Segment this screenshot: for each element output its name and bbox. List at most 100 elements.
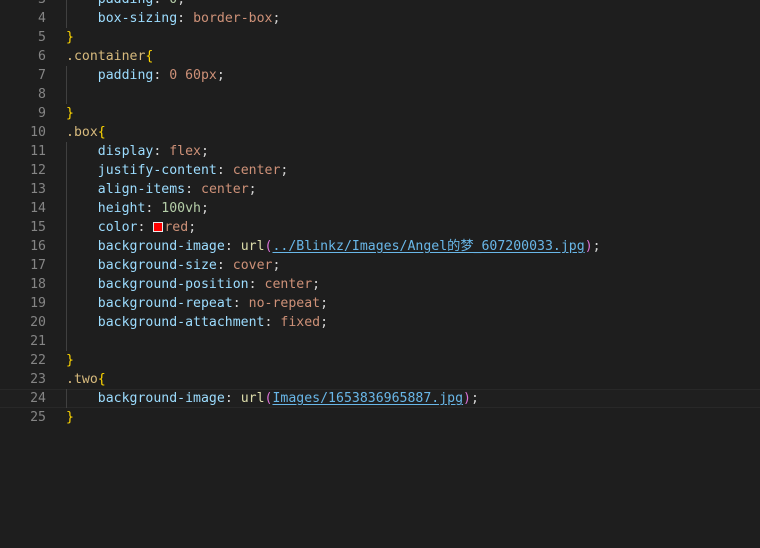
closing-brace: } (66, 353, 74, 368)
semicolon: ; (217, 68, 225, 83)
code-line[interactable]: 9 } (0, 104, 760, 123)
css-selector: .container (66, 49, 145, 64)
line-content: height: 100vh; (66, 199, 209, 218)
semicolon: ; (280, 163, 288, 178)
colon: : (153, 0, 169, 7)
code-line[interactable]: 15 color: red; (0, 218, 760, 237)
code-line[interactable]: 17 background-size: cover; (0, 256, 760, 275)
css-property: padding (98, 0, 154, 7)
colon: : (185, 182, 201, 197)
line-content: background-image: url(Images/16538369658… (66, 389, 479, 408)
semicolon: ; (272, 258, 280, 273)
semicolon: ; (320, 296, 328, 311)
code-line[interactable]: 3 padding: 0; (0, 0, 760, 9)
semicolon: ; (471, 391, 479, 406)
line-content: .two{ (66, 370, 106, 389)
image-path-link[interactable]: ../Blinkz/Images/Angel的梦_607200033.jpg (272, 239, 584, 254)
code-line[interactable]: 25 } (0, 408, 760, 427)
line-number: 19 (0, 294, 46, 313)
css-property: background-attachment (98, 315, 265, 330)
colon: : (225, 391, 241, 406)
close-paren: ) (585, 239, 593, 254)
colon: : (137, 220, 153, 235)
line-content: box-sizing: border-box; (66, 9, 280, 28)
css-property: background-size (98, 258, 217, 273)
image-path-link[interactable]: Images/1653836965887.jpg (272, 391, 463, 406)
code-line[interactable]: 6 .container{ (0, 47, 760, 66)
colon: : (265, 315, 281, 330)
semicolon: ; (188, 220, 196, 235)
code-line[interactable]: 10 .box{ (0, 123, 760, 142)
code-line[interactable]: 23 .two{ (0, 370, 760, 389)
semicolon: ; (249, 182, 257, 197)
line-content: color: red; (66, 218, 196, 237)
code-line[interactable]: 16 background-image: url(../Blinkz/Image… (0, 237, 760, 256)
css-selector: .box (66, 125, 98, 140)
css-property: box-sizing (98, 11, 177, 26)
line-content: padding: 0 60px; (66, 66, 225, 85)
line-number: 24 (0, 389, 46, 408)
code-line[interactable]: 20 background-attachment: fixed; (0, 313, 760, 332)
code-line[interactable]: 5 } (0, 28, 760, 47)
code-line[interactable]: 14 height: 100vh; (0, 199, 760, 218)
colon: : (153, 144, 169, 159)
closing-brace: } (66, 106, 74, 121)
line-number: 25 (0, 408, 46, 427)
line-number: 8 (0, 85, 46, 104)
line-number: 17 (0, 256, 46, 275)
line-number: 7 (0, 66, 46, 85)
code-line[interactable]: 22 } (0, 351, 760, 370)
semicolon: ; (201, 201, 209, 216)
line-content: background-position: center; (66, 275, 320, 294)
code-line[interactable]: 7 padding: 0 60px; (0, 66, 760, 85)
line-number: 5 (0, 28, 46, 47)
line-number: 3 (0, 0, 46, 9)
semicolon: ; (593, 239, 601, 254)
line-number: 18 (0, 275, 46, 294)
css-value: 0 60px (169, 68, 217, 83)
code-line[interactable]: 11 display: flex; (0, 142, 760, 161)
line-number: 22 (0, 351, 46, 370)
code-line[interactable]: 19 background-repeat: no-repeat; (0, 294, 760, 313)
css-property: color (98, 220, 138, 235)
css-property: background-image (98, 239, 225, 254)
line-number: 9 (0, 104, 46, 123)
css-property: align-items (98, 182, 185, 197)
code-line[interactable]: 18 background-position: center; (0, 275, 760, 294)
semicolon: ; (201, 144, 209, 159)
line-number: 11 (0, 142, 46, 161)
colon: : (153, 68, 169, 83)
css-value: 100vh (161, 201, 201, 216)
code-line[interactable]: 21 (0, 332, 760, 351)
colon: : (217, 163, 233, 178)
indent-guide (66, 332, 67, 351)
line-content: .box{ (66, 123, 106, 142)
line-number: 20 (0, 313, 46, 332)
code-line[interactable]: 13 align-items: center; (0, 180, 760, 199)
css-value: 0 (169, 0, 177, 7)
closing-brace: } (66, 30, 74, 45)
opening-brace: { (145, 49, 153, 64)
code-line[interactable]: 8 (0, 85, 760, 104)
semicolon: ; (272, 11, 280, 26)
line-number: 16 (0, 237, 46, 256)
line-content: background-image: url(../Blinkz/Images/A… (66, 237, 601, 256)
colon: : (145, 201, 161, 216)
code-line[interactable]: 4 box-sizing: border-box; (0, 9, 760, 28)
css-value: no-repeat (249, 296, 320, 311)
line-number: 23 (0, 370, 46, 389)
line-number: 13 (0, 180, 46, 199)
line-number: 10 (0, 123, 46, 142)
line-content: background-repeat: no-repeat; (66, 294, 328, 313)
code-editor[interactable]: 3 padding: 0; 4 box-sizing: border-box; … (0, 0, 760, 548)
css-property: padding (98, 68, 154, 83)
code-line-active[interactable]: 24 background-image: url(Images/16538369… (0, 389, 760, 408)
line-content: align-items: center; (66, 180, 257, 199)
code-line[interactable]: 12 justify-content: center; (0, 161, 760, 180)
close-paren: ) (463, 391, 471, 406)
line-content: background-attachment: fixed; (66, 313, 328, 332)
indent-guide (66, 85, 67, 104)
css-property: height (98, 201, 146, 216)
color-swatch-icon[interactable] (153, 222, 163, 232)
semicolon: ; (177, 0, 185, 7)
